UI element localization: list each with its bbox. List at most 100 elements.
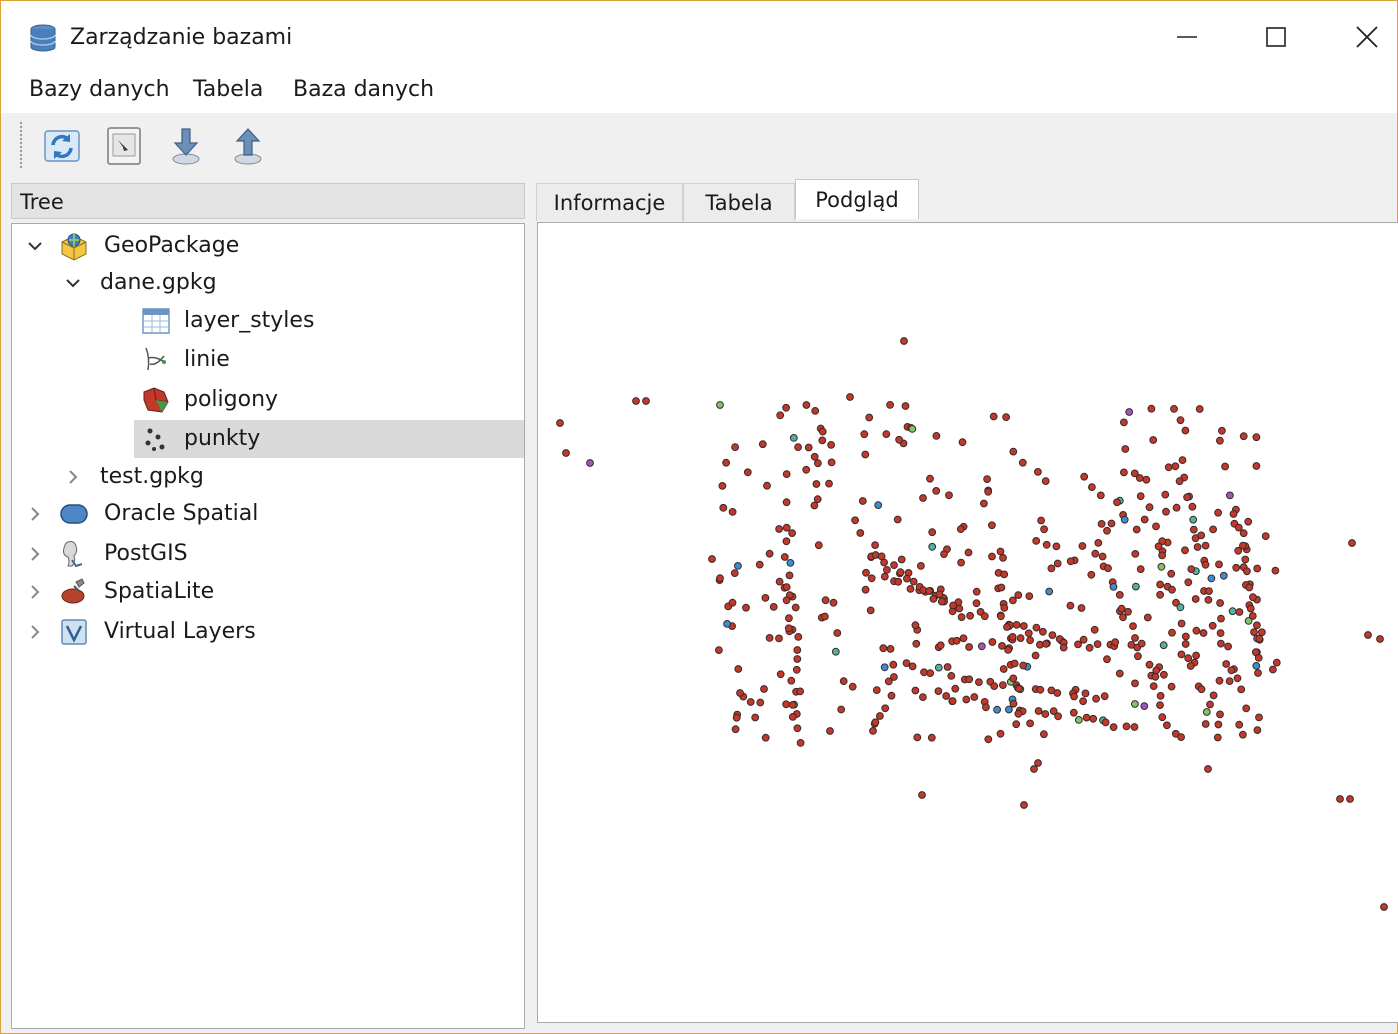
tree-node-poligony[interactable]: poligony — [12, 381, 524, 419]
tree-node-oracle-spatial[interactable]: Oracle Spatial — [12, 495, 524, 533]
map-point — [1149, 682, 1158, 691]
tree-node-dane-gpkg[interactable]: dane.gpkg — [12, 264, 524, 302]
maximize-icon — [1266, 27, 1286, 47]
tree-node-virtual-layers[interactable]: Virtual Layers — [12, 613, 524, 651]
map-point — [926, 474, 934, 483]
map-point — [1225, 677, 1234, 686]
chevron-down-icon[interactable] — [26, 237, 44, 255]
map-point — [1104, 564, 1112, 573]
map-point — [775, 525, 784, 533]
map-point — [1131, 700, 1139, 708]
map-point — [1031, 651, 1040, 660]
chevron-right-icon[interactable] — [26, 545, 44, 563]
maximize-button[interactable] — [1246, 15, 1306, 59]
chevron-right-icon[interactable] — [26, 505, 44, 523]
map-point — [732, 713, 741, 722]
tab-tabela[interactable]: Tabela — [683, 183, 795, 221]
map-point — [1221, 462, 1229, 471]
tree-node-spatialite[interactable]: SpatiaLite — [12, 573, 524, 611]
map-point — [889, 660, 898, 669]
map-point — [883, 566, 891, 574]
map-point — [869, 727, 877, 735]
map-point — [1252, 433, 1261, 442]
map-point — [751, 713, 760, 722]
database-icon — [28, 23, 58, 53]
preview-canvas[interactable] — [537, 222, 1398, 1023]
map-point — [791, 603, 800, 612]
tree-view[interactable]: GeoPackage dane.gpkg layer_styles linie … — [11, 223, 525, 1029]
map-point — [887, 691, 896, 700]
map-point — [794, 443, 803, 452]
map-point — [780, 553, 789, 561]
map-point — [1014, 709, 1023, 718]
map-point — [1244, 617, 1253, 625]
map-point — [1192, 651, 1200, 660]
tree-node-postgis[interactable]: PostGIS — [12, 535, 524, 573]
map-point — [1348, 539, 1356, 547]
tab-informacje[interactable]: Informacje — [536, 183, 683, 221]
map-point — [861, 450, 870, 459]
map-point — [723, 620, 732, 628]
map-point — [1269, 665, 1277, 674]
chevron-right-icon[interactable] — [26, 583, 44, 601]
close-button[interactable] — [1337, 15, 1397, 59]
map-point — [1081, 689, 1090, 698]
point-layer-icon — [145, 428, 165, 451]
database-manager-window: Zarządzanie bazami Bazy danych Tabela Ba… — [0, 0, 1398, 1034]
map-point — [1101, 718, 1110, 727]
menu-tabela[interactable]: Tabela — [191, 75, 265, 105]
map-point — [874, 501, 883, 510]
map-point — [970, 693, 979, 701]
map-point — [1229, 510, 1238, 518]
chevron-right-icon[interactable] — [64, 468, 82, 486]
sql-window-button[interactable] — [101, 123, 147, 169]
toolbar-grip[interactable] — [19, 121, 23, 169]
map-point — [952, 636, 961, 645]
map-point — [1019, 661, 1028, 670]
map-point — [1189, 515, 1198, 524]
tab-podglad[interactable]: Podgląd — [795, 179, 919, 219]
window-title: Zarządzanie bazami — [70, 25, 293, 50]
tree-node-punkty[interactable]: punkty — [134, 420, 524, 458]
map-point — [1181, 426, 1190, 435]
map-point — [769, 603, 778, 611]
menu-bazy-danych[interactable]: Bazy danych — [27, 75, 172, 105]
map-point — [784, 624, 793, 633]
map-point — [1176, 416, 1185, 425]
map-point — [1250, 628, 1258, 637]
map-point — [1039, 627, 1047, 636]
map-point — [1094, 539, 1103, 547]
map-point — [1111, 638, 1120, 647]
map-point — [839, 677, 848, 686]
export-layer-button[interactable] — [225, 123, 271, 169]
tree-node-layer-styles[interactable]: layer_styles — [12, 302, 524, 340]
map-point — [1098, 552, 1107, 561]
map-point — [880, 572, 889, 581]
map-point — [734, 562, 742, 570]
chevron-right-icon[interactable] — [26, 623, 44, 641]
map-point — [1178, 456, 1187, 465]
map-point — [982, 703, 990, 712]
map-point — [1157, 562, 1166, 571]
map-point — [871, 541, 880, 550]
map-point — [1147, 404, 1156, 413]
tree-node-geopackage[interactable]: GeoPackage — [12, 227, 524, 265]
map-point — [912, 639, 921, 648]
map-point — [796, 739, 805, 747]
map-point — [1244, 517, 1253, 526]
map-point — [928, 542, 937, 551]
map-point — [894, 577, 903, 586]
map-point — [793, 655, 802, 663]
minimize-button[interactable] — [1157, 15, 1217, 59]
menu-baza-danych[interactable]: Baza danych — [291, 75, 436, 105]
map-point — [1077, 604, 1086, 612]
tree-node-test-gpkg[interactable]: test.gpkg — [12, 458, 524, 496]
tree-node-linie[interactable]: linie — [12, 341, 524, 379]
chevron-down-icon[interactable] — [64, 274, 82, 292]
map-point — [1000, 570, 1009, 579]
map-point — [1091, 549, 1100, 558]
map-point — [1216, 629, 1225, 638]
refresh-button[interactable] — [39, 123, 85, 169]
import-layer-button[interactable] — [163, 123, 209, 169]
title-bar[interactable]: Zarządzanie bazami — [1, 1, 1397, 67]
